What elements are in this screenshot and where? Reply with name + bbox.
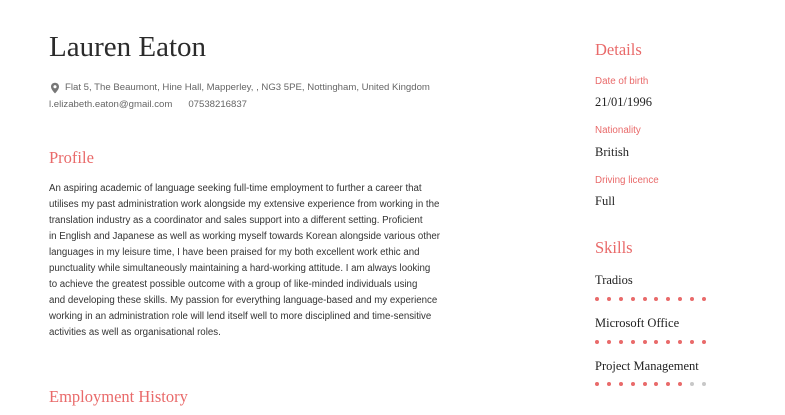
skill-dot-filled — [618, 297, 623, 301]
skill-name: Tradios — [595, 273, 633, 287]
skill-dot-filled — [678, 297, 683, 301]
skill-dot-filled — [678, 382, 683, 386]
profile-line: An aspiring academic of language seeking… — [49, 183, 422, 194]
skill-dot-filled — [618, 382, 623, 386]
email-phone-line: l.elizabeth.eaton@gmail.com 07538216837 — [49, 96, 430, 113]
nationality-label: Nationality — [595, 125, 641, 136]
skill-dot-filled — [606, 340, 611, 344]
skill-dot-filled — [595, 340, 599, 344]
contact-block: Flat 5, The Beaumont, Hine Hall, Mapperl… — [49, 79, 430, 113]
skill-dot-filled — [606, 297, 611, 301]
skill-dot-filled — [642, 340, 647, 344]
skill-dot-filled — [595, 297, 599, 301]
nationality-value: British — [595, 145, 630, 159]
profile-line: translation industry as a coordinator an… — [49, 215, 423, 226]
skill-dot-filled — [630, 340, 635, 344]
details-heading: Details — [595, 40, 642, 59]
skill-dot-filled — [630, 382, 635, 386]
employment-history-heading: Employment History — [49, 387, 188, 406]
profile-heading: Profile — [49, 148, 94, 167]
skill-dot-filled — [666, 340, 671, 344]
profile-line: working in an administration role will l… — [49, 311, 432, 322]
skill-level-dots — [595, 382, 707, 386]
skill-dot-empty — [690, 382, 695, 386]
skill-name: Microsoft Office — [595, 316, 680, 330]
skill-dot-filled — [654, 382, 659, 386]
location-pin-icon — [51, 82, 59, 93]
skill-dot-filled — [666, 382, 671, 386]
profile-text: An aspiring academic of language seeking… — [49, 181, 529, 341]
skill-level-dots — [595, 297, 707, 301]
skill-dot-filled — [702, 297, 707, 301]
skill-dot-filled — [642, 382, 647, 386]
driving-licence-value: Full — [595, 194, 616, 208]
skill-dot-filled — [666, 297, 671, 301]
skill-level-dots — [595, 340, 707, 344]
skill-dot-filled — [606, 382, 611, 386]
skills-heading: Skills — [595, 238, 633, 257]
skill-dot-filled — [654, 340, 659, 344]
candidate-name: Lauren Eaton — [49, 31, 207, 63]
skill-dot-filled — [642, 297, 647, 301]
date-of-birth-value: 21/01/1996 — [595, 95, 652, 109]
skill-dot-filled — [595, 382, 599, 386]
address-line: Flat 5, The Beaumont, Hine Hall, Mapperl… — [49, 79, 430, 96]
skill-dot-filled — [630, 297, 635, 301]
profile-line: punctuality while simultaneously maintai… — [49, 263, 431, 274]
profile-line: utilises my past administration work alo… — [49, 199, 440, 210]
skill-dot-filled — [690, 340, 695, 344]
profile-line: and developing these skills. My passion … — [49, 295, 438, 306]
skill-dot-filled — [618, 340, 623, 344]
profile-line: in English and Japanese as well as worki… — [49, 231, 440, 242]
email-text[interactable]: l.elizabeth.eaton@gmail.com — [49, 96, 172, 113]
skill-dot-empty — [702, 382, 707, 386]
date-of-birth-label: Date of birth — [595, 76, 649, 87]
skill-dot-filled — [654, 297, 659, 301]
skill-dot-filled — [690, 297, 695, 301]
address-text: Flat 5, The Beaumont, Hine Hall, Mapperl… — [65, 82, 430, 93]
skill-dot-filled — [678, 340, 683, 344]
driving-licence-label: Driving licence — [595, 175, 659, 186]
skill-name: Project Management — [595, 359, 699, 373]
profile-line: activities as well as organisational rol… — [49, 327, 221, 338]
profile-line: to achieve the greatest possible outcome… — [49, 279, 418, 290]
phone-text[interactable]: 07538216837 — [188, 96, 247, 113]
skill-dot-filled — [702, 340, 707, 344]
profile-line: languages in my leisure time, I have bee… — [49, 247, 420, 258]
